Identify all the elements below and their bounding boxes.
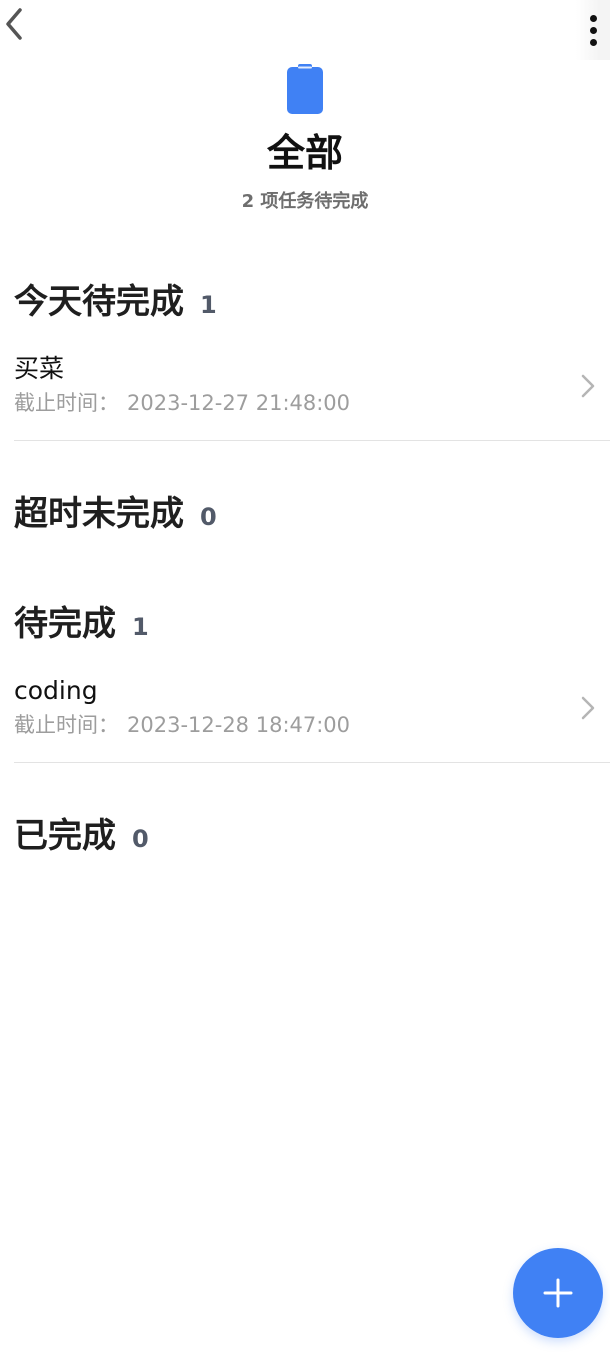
vertical-dots-icon — [589, 14, 597, 22]
task-name: 买菜 — [14, 354, 65, 383]
section-count: 0 — [200, 503, 217, 531]
deadline-value: 2023-12-27 21:48:00 — [127, 391, 351, 415]
chevron-left-icon — [6, 8, 22, 40]
task-name: coding — [14, 676, 98, 705]
task-deadline: 截止时间： 2023-12-28 18:47:00 — [14, 710, 350, 740]
chevron-right-icon — [581, 696, 595, 720]
deadline-label: 截止时间： — [14, 713, 119, 737]
task-deadline: 截止时间： 2023-12-27 21:48:00 — [14, 388, 350, 418]
section-count: 1 — [132, 613, 149, 641]
deadline-label: 截止时间： — [14, 391, 119, 415]
plus-icon — [543, 1278, 573, 1308]
section-count: 0 — [132, 825, 149, 853]
chevron-right-icon — [581, 374, 595, 398]
add-task-button[interactable] — [513, 1248, 603, 1338]
task-row[interactable]: 买菜 截止时间： 2023-12-27 21:48:00 — [14, 352, 610, 441]
clipboard-icon — [287, 64, 323, 114]
page-title: 全部 — [266, 131, 343, 175]
back-button[interactable] — [0, 4, 28, 44]
more-options-button[interactable] — [576, 0, 610, 60]
section-title: 超时未完成 — [14, 494, 184, 534]
section-count: 1 — [200, 291, 217, 319]
section-pending-header: 待完成 1 — [14, 602, 149, 646]
task-row[interactable]: coding 截止时间： 2023-12-28 18:47:00 — [14, 674, 610, 763]
section-today-header: 今天待完成 1 — [14, 280, 217, 324]
section-overdue-header: 超时未完成 0 — [14, 492, 217, 536]
deadline-value: 2023-12-28 18:47:00 — [127, 713, 351, 737]
section-completed-header: 已完成 0 — [14, 814, 149, 858]
section-title: 待完成 — [14, 604, 116, 644]
section-title: 已完成 — [14, 816, 116, 856]
page-subtitle: 2 项任务待完成 — [241, 191, 369, 212]
section-title: 今天待完成 — [14, 282, 184, 322]
